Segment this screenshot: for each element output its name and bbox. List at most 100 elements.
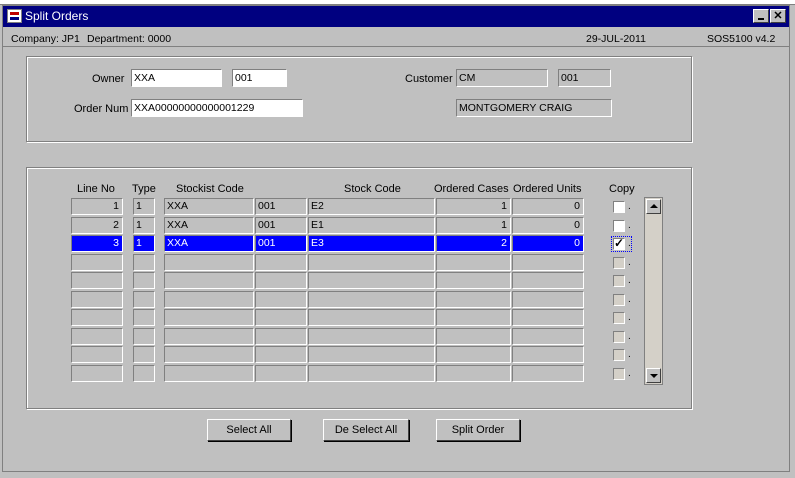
cell-line-no[interactable]: 2 xyxy=(71,217,123,234)
vertical-scrollbar[interactable] xyxy=(644,197,663,385)
cell-ordered-cases[interactable] xyxy=(436,328,511,345)
cell-stockist-code[interactable] xyxy=(164,309,254,326)
cell-stock-code[interactable] xyxy=(308,346,435,363)
deselect-all-button[interactable]: De Select All xyxy=(323,419,409,441)
cell-stockist-num[interactable] xyxy=(255,328,307,345)
cell-stockist-num[interactable] xyxy=(255,365,307,382)
cell-ordered-cases[interactable]: 1 xyxy=(436,198,511,215)
col-header-ordered-cases: Ordered Cases xyxy=(434,183,509,195)
info-bar: Company: JP1 Department: 0000 29-JUL-201… xyxy=(3,31,789,47)
col-header-type: Type xyxy=(132,183,156,195)
cell-stock-code[interactable] xyxy=(308,254,435,271)
cell-ordered-units[interactable] xyxy=(512,254,584,271)
cell-type[interactable] xyxy=(133,272,155,289)
col-header-line-no: Line No xyxy=(77,183,115,195)
cell-type[interactable] xyxy=(133,346,155,363)
copy-checkbox[interactable] xyxy=(613,275,625,287)
copy-checkbox[interactable] xyxy=(613,349,625,361)
split-order-button[interactable]: Split Order xyxy=(436,419,520,441)
cell-type[interactable]: 1 xyxy=(133,235,155,252)
copy-checkbox[interactable] xyxy=(613,257,625,269)
cell-stockist-code[interactable] xyxy=(164,291,254,308)
cell-ordered-cases[interactable]: 2 xyxy=(436,235,511,252)
checkbox-marker: . xyxy=(628,294,631,305)
select-all-button[interactable]: Select All xyxy=(207,419,291,441)
cell-stockist-code[interactable]: XXA xyxy=(164,198,254,215)
cell-line-no[interactable] xyxy=(71,254,123,271)
cell-line-no[interactable] xyxy=(71,272,123,289)
cell-stock-code[interactable] xyxy=(308,291,435,308)
cell-ordered-cases[interactable] xyxy=(436,365,511,382)
cell-ordered-units[interactable] xyxy=(512,309,584,326)
cell-type[interactable] xyxy=(133,254,155,271)
cell-line-no[interactable] xyxy=(71,291,123,308)
cell-stock-code[interactable] xyxy=(308,365,435,382)
cell-stockist-code[interactable] xyxy=(164,365,254,382)
checkbox-marker: . xyxy=(628,331,631,342)
cell-stockist-num[interactable] xyxy=(255,272,307,289)
cell-stockist-num[interactable] xyxy=(255,309,307,326)
cell-ordered-units[interactable]: 0 xyxy=(512,217,584,234)
cell-ordered-cases[interactable] xyxy=(436,309,511,326)
copy-checkbox[interactable] xyxy=(613,294,625,306)
cell-type[interactable] xyxy=(133,291,155,308)
copy-checkbox[interactable] xyxy=(613,220,625,232)
cell-line-no[interactable] xyxy=(71,365,123,382)
cell-type[interactable] xyxy=(133,309,155,326)
cell-ordered-units[interactable]: 0 xyxy=(512,198,584,215)
scroll-up-icon[interactable] xyxy=(646,199,661,214)
cell-type[interactable]: 1 xyxy=(133,217,155,234)
cell-stock-code[interactable]: E1 xyxy=(308,217,435,234)
cell-stockist-code[interactable] xyxy=(164,254,254,271)
cell-stock-code[interactable]: E2 xyxy=(308,198,435,215)
copy-checkbox[interactable] xyxy=(613,312,625,324)
cell-ordered-cases[interactable]: 1 xyxy=(436,217,511,234)
scroll-down-icon[interactable] xyxy=(646,368,661,383)
owner-code-field[interactable]: 001 xyxy=(232,69,287,87)
checkbox-marker: . xyxy=(628,257,631,268)
cell-ordered-cases[interactable] xyxy=(436,291,511,308)
cell-ordered-cases[interactable] xyxy=(436,272,511,289)
cell-stock-code[interactable] xyxy=(308,309,435,326)
cell-stockist-num[interactable]: 001 xyxy=(255,217,307,234)
order-num-field[interactable]: XXA00000000000001229 xyxy=(131,99,303,117)
cell-line-no[interactable]: 1 xyxy=(71,198,123,215)
cell-stockist-code[interactable] xyxy=(164,272,254,289)
cell-ordered-units[interactable]: 0 xyxy=(512,235,584,252)
cell-stockist-num[interactable] xyxy=(255,291,307,308)
cell-type[interactable] xyxy=(133,365,155,382)
copy-checkbox[interactable] xyxy=(613,368,625,380)
cell-ordered-cases[interactable] xyxy=(436,346,511,363)
cell-line-no[interactable] xyxy=(71,328,123,345)
cell-ordered-units[interactable] xyxy=(512,346,584,363)
copy-checkbox[interactable] xyxy=(613,201,625,213)
cell-stockist-code[interactable] xyxy=(164,346,254,363)
cell-line-no[interactable]: 3 xyxy=(71,235,123,252)
cell-stockist-num[interactable] xyxy=(255,346,307,363)
col-header-stockist-code: Stockist Code xyxy=(176,183,244,195)
minimize-button[interactable] xyxy=(753,9,769,23)
cell-stock-code[interactable] xyxy=(308,328,435,345)
cell-ordered-units[interactable] xyxy=(512,272,584,289)
copy-checkbox[interactable] xyxy=(613,331,625,343)
cell-stockist-num[interactable]: 001 xyxy=(255,235,307,252)
checkbox-marker: . xyxy=(628,201,631,212)
cell-stockist-code[interactable]: XXA xyxy=(164,217,254,234)
cell-line-no[interactable] xyxy=(71,309,123,326)
cell-type[interactable]: 1 xyxy=(133,198,155,215)
cell-stockist-code[interactable]: XXA xyxy=(164,235,254,252)
close-button[interactable]: ✕ xyxy=(770,9,786,23)
cell-line-no[interactable] xyxy=(71,346,123,363)
cell-ordered-cases[interactable] xyxy=(436,254,511,271)
cell-type[interactable] xyxy=(133,328,155,345)
col-header-copy: Copy xyxy=(609,183,635,195)
owner-field[interactable]: XXA xyxy=(131,69,222,87)
cell-ordered-units[interactable] xyxy=(512,291,584,308)
cell-stock-code[interactable]: E3 xyxy=(308,235,435,252)
cell-stockist-num[interactable] xyxy=(255,254,307,271)
cell-stockist-num[interactable]: 001 xyxy=(255,198,307,215)
cell-stockist-code[interactable] xyxy=(164,328,254,345)
cell-ordered-units[interactable] xyxy=(512,328,584,345)
cell-stock-code[interactable] xyxy=(308,272,435,289)
cell-ordered-units[interactable] xyxy=(512,365,584,382)
